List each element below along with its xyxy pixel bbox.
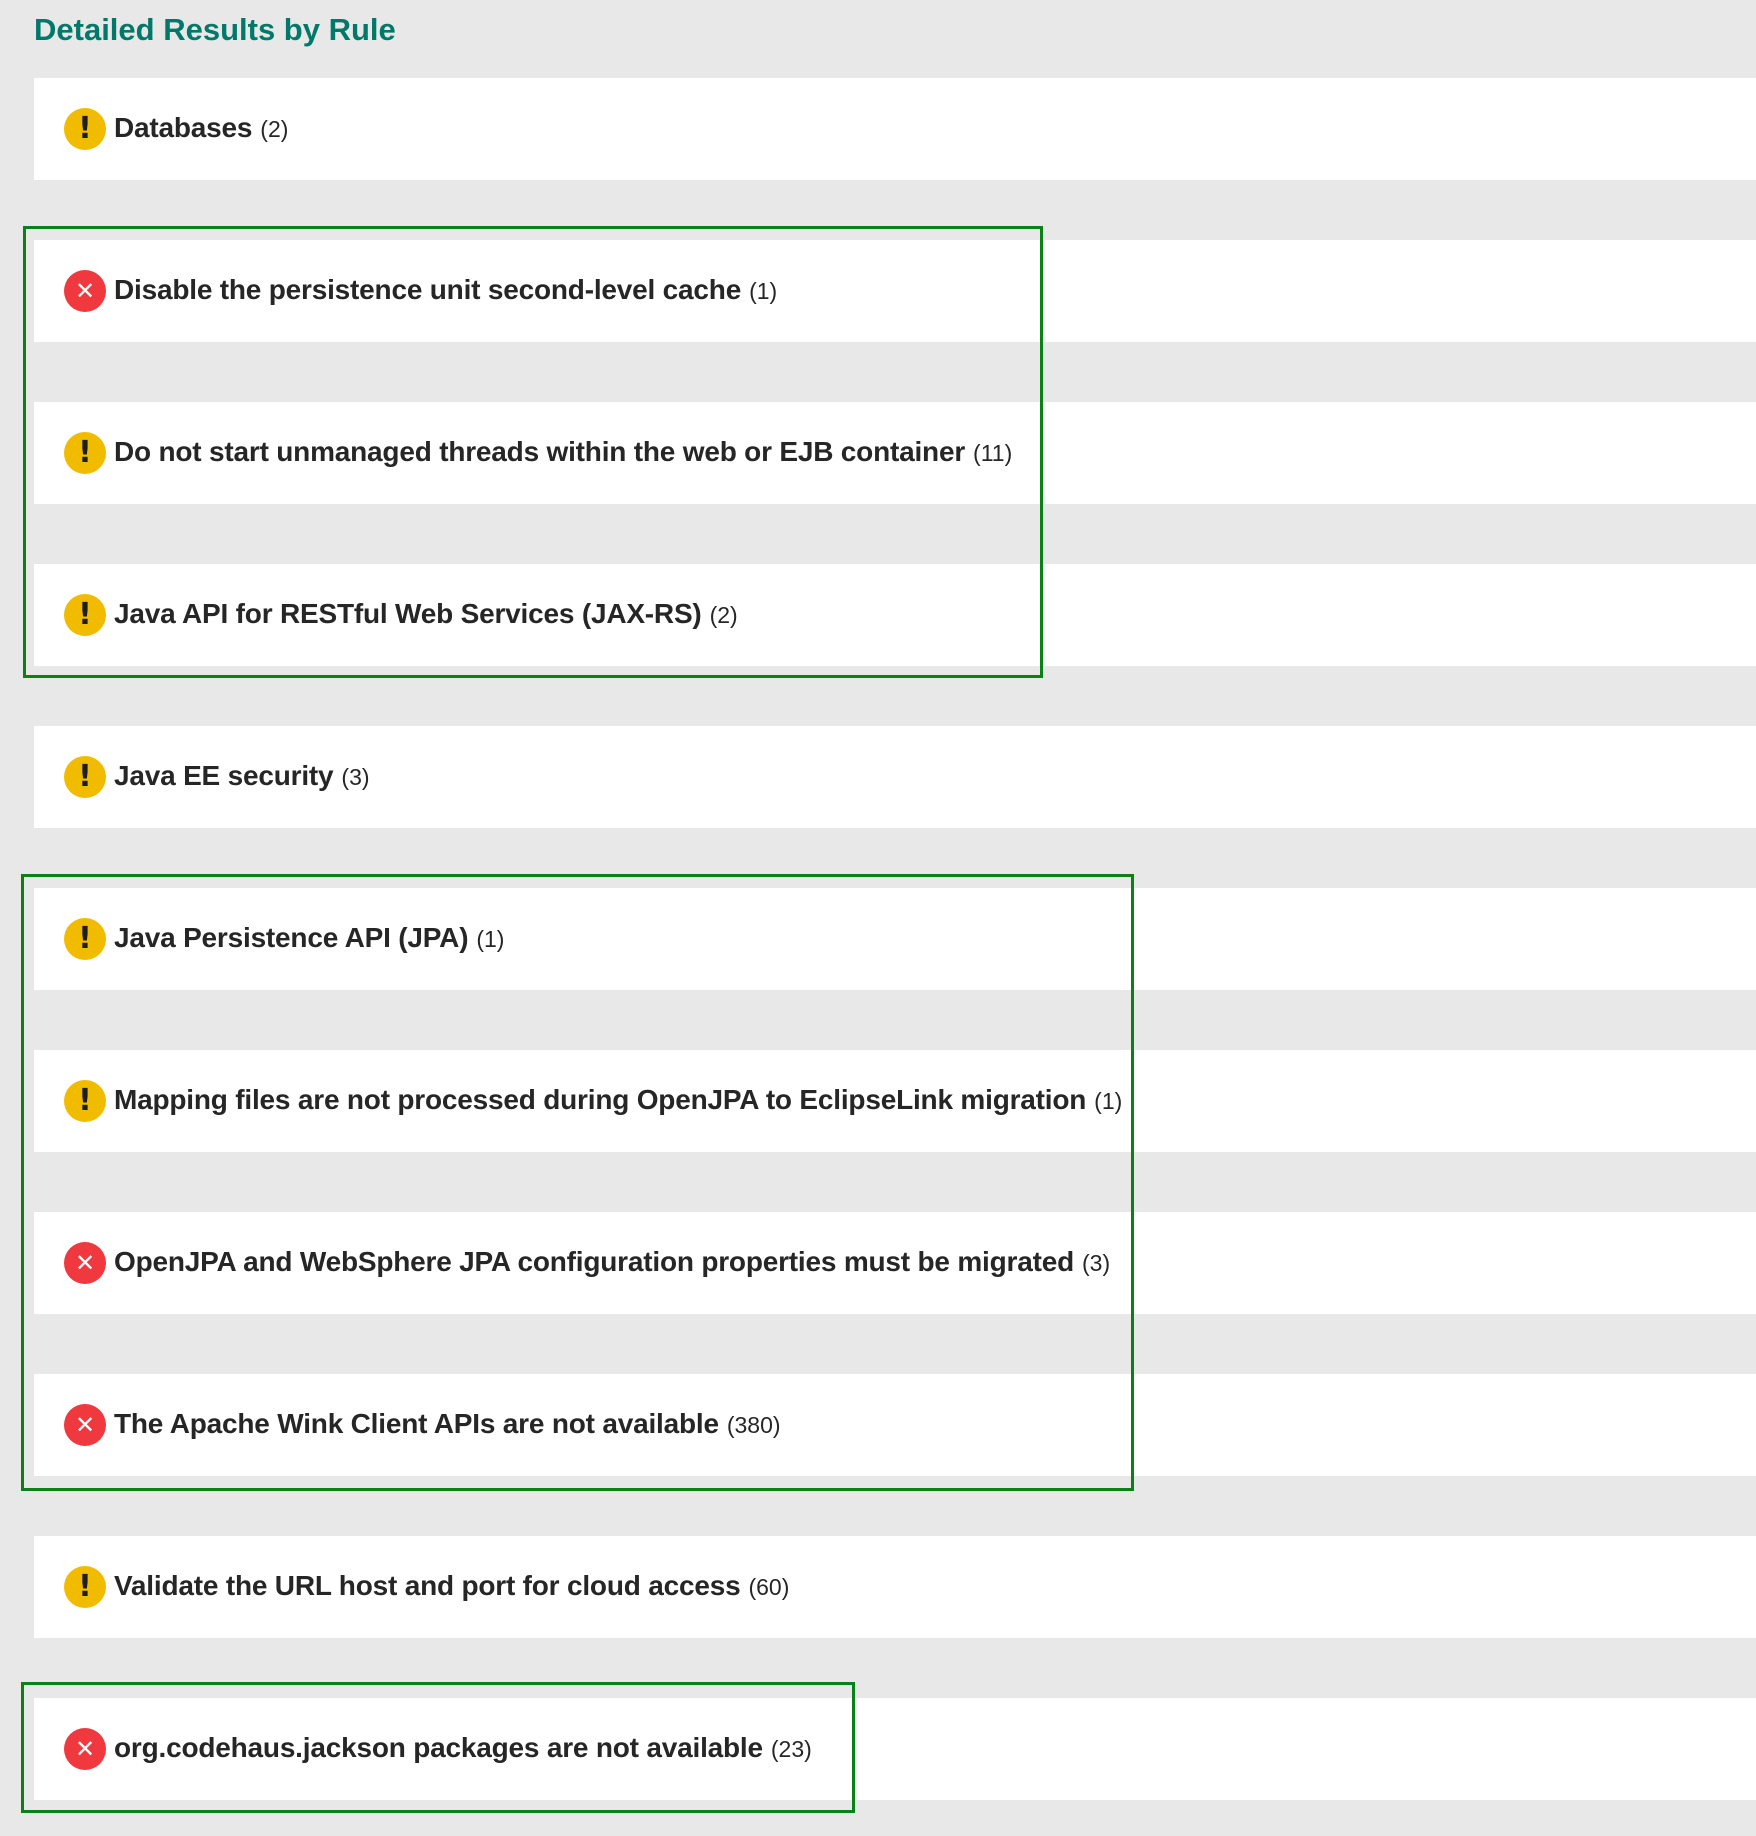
- rule-row-jax-rs[interactable]: ! Java API for RESTful Web Services (JAX…: [34, 564, 1756, 666]
- rule-row-codehaus-jackson[interactable]: ✕ org.codehaus.jackson packages are not …: [34, 1698, 1756, 1800]
- exclamation-icon: !: [64, 1566, 106, 1608]
- rule-count: (1): [476, 926, 505, 952]
- exclamation-icon: !: [64, 432, 106, 474]
- rule-list: ! Databases (2) ✕ Disable the persistence…: [0, 0, 1756, 1836]
- rule-count: (1): [1094, 1088, 1123, 1114]
- rule-count: (11): [973, 440, 1013, 466]
- rule-row-disable-second-level-cache[interactable]: ✕ Disable the persistence unit second-le…: [34, 240, 1756, 342]
- rule-row-apache-wink[interactable]: ✕ The Apache Wink Client APIs are not av…: [34, 1374, 1756, 1476]
- rule-count: (380): [726, 1412, 781, 1438]
- close-icon: ✕: [64, 270, 106, 312]
- rule-label: OpenJPA and WebSphere JPA configuration …: [114, 1246, 1075, 1277]
- rule-count: (60): [748, 1574, 790, 1600]
- rule-row-databases[interactable]: ! Databases (2): [34, 78, 1756, 180]
- rule-label: org.codehaus.jackson packages are not av…: [114, 1732, 763, 1763]
- rule-count: (1): [749, 278, 778, 304]
- rule-label: Mapping files are not processed during O…: [114, 1084, 1087, 1115]
- exclamation-icon: !: [64, 756, 106, 798]
- rule-label: Validate the URL host and port for cloud…: [114, 1570, 741, 1601]
- rule-row-java-ee-security[interactable]: ! Java EE security (3): [34, 726, 1756, 828]
- rule-row-mapping-files[interactable]: ! Mapping files are not processed during…: [34, 1050, 1756, 1152]
- rule-row-unmanaged-threads[interactable]: ! Do not start unmanaged threads within …: [34, 402, 1756, 504]
- rule-count: (3): [1082, 1250, 1111, 1276]
- rule-count: (23): [770, 1736, 812, 1762]
- rule-label: Do not start unmanaged threads within th…: [114, 436, 966, 467]
- close-icon: ✕: [64, 1404, 106, 1446]
- rule-label: Java API for RESTful Web Services (JAX-R…: [114, 598, 702, 629]
- rule-count: (2): [709, 602, 738, 628]
- close-icon: ✕: [64, 1728, 106, 1770]
- exclamation-icon: !: [64, 594, 106, 636]
- rule-label: Databases: [114, 112, 253, 143]
- rule-label: Java Persistence API (JPA): [114, 922, 469, 953]
- rule-label: Java EE security: [114, 760, 334, 791]
- exclamation-icon: !: [64, 918, 106, 960]
- rule-row-validate-url[interactable]: ! Validate the URL host and port for clo…: [34, 1536, 1756, 1638]
- rule-label: The Apache Wink Client APIs are not avai…: [114, 1408, 719, 1439]
- rule-row-openjpa-properties[interactable]: ✕ OpenJPA and WebSphere JPA configuratio…: [34, 1212, 1756, 1314]
- close-icon: ✕: [64, 1242, 106, 1284]
- rule-label: Disable the persistence unit second-leve…: [114, 274, 742, 305]
- exclamation-icon: !: [64, 1080, 106, 1122]
- rule-count: (2): [260, 116, 289, 142]
- exclamation-icon: !: [64, 108, 106, 150]
- rule-row-jpa[interactable]: ! Java Persistence API (JPA) (1): [34, 888, 1756, 990]
- rule-count: (3): [341, 764, 370, 790]
